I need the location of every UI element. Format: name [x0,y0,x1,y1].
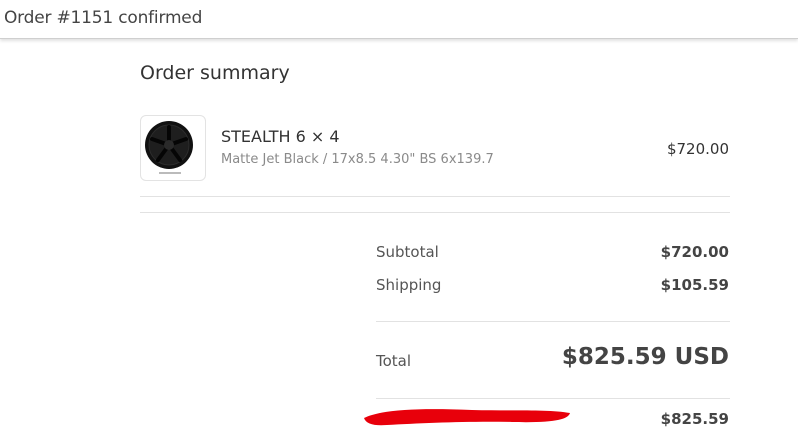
order-confirmation-title: Order #1151 confirmed [4,8,203,28]
product-price: $720.00 [666,140,729,158]
subtotal-value: $720.00 [660,243,729,261]
shipping-value: $105.59 [660,276,729,294]
product-name: STEALTH 6 × 4 [221,127,340,146]
order-confirmation-header: Order #1151 confirmed [0,0,798,39]
redaction-mark [364,409,570,426]
divider [376,398,730,399]
divider [140,212,730,213]
product-thumbnail [140,115,206,181]
total-label: Total [376,352,412,370]
total-value: $825.59 USD [561,344,729,370]
product-variant: Matte Jet Black / 17x8.5 4.30" BS 6x139.… [221,152,494,167]
divider [376,321,730,322]
order-summary-heading: Order summary [140,62,290,84]
wheel-rim-icon [145,121,193,174]
paid-amount: $825.59 [660,410,729,428]
shipping-label: Shipping [376,276,442,294]
subtotal-label: Subtotal [376,243,439,261]
divider [140,196,730,197]
